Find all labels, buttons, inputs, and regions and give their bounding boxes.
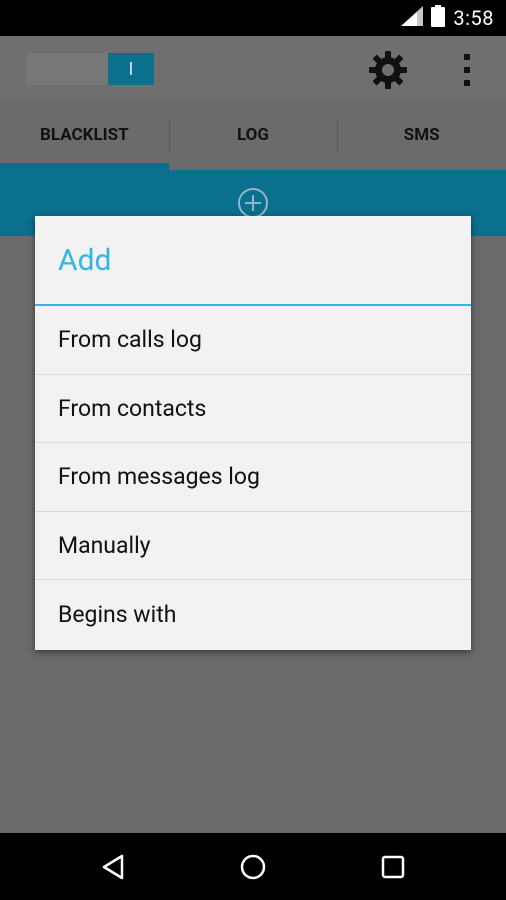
navigation-bar <box>0 833 506 900</box>
toggle-label: I <box>128 58 134 80</box>
menu-item-manually[interactable]: Manually <box>35 512 471 580</box>
recents-icon[interactable] <box>377 851 409 883</box>
status-time: 3:58 <box>453 6 494 30</box>
home-icon[interactable] <box>237 851 269 883</box>
menu-item-begins-with[interactable]: Begins with <box>35 580 471 649</box>
signal-icon <box>401 6 424 30</box>
add-circle-icon[interactable] <box>237 187 269 219</box>
tab-blacklist[interactable]: BLACKLIST <box>0 100 169 170</box>
overflow-menu-icon[interactable] <box>458 52 476 88</box>
status-icons: 3:58 <box>401 5 494 31</box>
menu-item-from-messages-log[interactable]: From messages log <box>35 443 471 512</box>
toggle-knob: I <box>108 53 154 85</box>
blacklist-toggle[interactable]: I <box>26 53 154 85</box>
tab-sms[interactable]: SMS <box>337 100 506 170</box>
app-bar: I <box>0 36 506 100</box>
tab-label: LOG <box>237 125 269 145</box>
gear-icon[interactable] <box>368 50 408 90</box>
status-bar: 3:58 <box>0 0 506 36</box>
menu-item-from-calls-log[interactable]: From calls log <box>35 306 471 375</box>
tab-bar: BLACKLIST LOG SMS <box>0 100 506 170</box>
tab-log[interactable]: LOG <box>168 100 338 170</box>
back-icon[interactable] <box>98 851 130 883</box>
battery-icon <box>431 5 446 31</box>
tab-label: SMS <box>403 125 440 145</box>
menu-item-from-contacts[interactable]: From contacts <box>35 375 471 443</box>
tab-label: BLACKLIST <box>40 125 129 145</box>
dialog-title: Add <box>35 216 471 306</box>
add-dialog: Add From calls log From contacts From me… <box>35 216 471 650</box>
